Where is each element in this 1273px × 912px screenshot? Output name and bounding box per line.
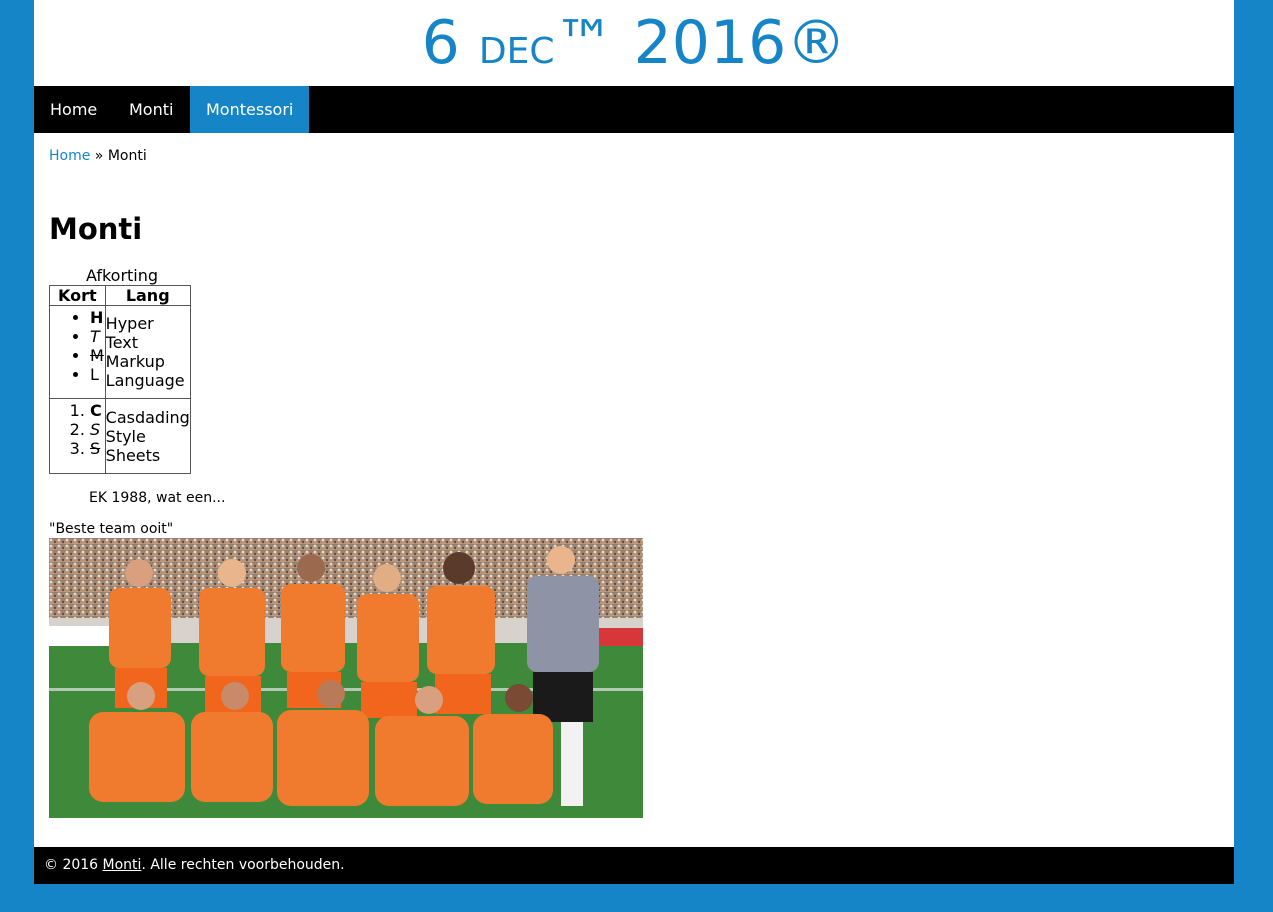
nav-item-home[interactable]: Home (34, 86, 113, 133)
intro-text: EK 1988, wat een... (89, 490, 226, 506)
breadcrumb-current: Monti (107, 148, 147, 164)
image-caption: "Beste team ooit" (49, 521, 174, 537)
table-header-row: Kort Lang (49, 285, 191, 306)
long-word: Language (105, 371, 185, 390)
site-title-small: DEC (478, 31, 555, 72)
footer-link-monti[interactable]: Monti (103, 857, 142, 873)
site-title-tail: ™ 2016® (554, 8, 847, 78)
table-header-lang: Lang (104, 285, 191, 306)
footer-rights: . Alle rechten voorbehouden. (141, 857, 345, 873)
table-header-kort: Kort (49, 285, 106, 306)
list-item: T (90, 327, 104, 346)
list-item: C (90, 401, 104, 420)
table-caption: Afkorting (85, 266, 159, 285)
table-row: C S S Casdading Style Sheets (49, 398, 191, 474)
list-item: M (90, 346, 104, 365)
long-cell: Casdading Style Sheets (104, 398, 191, 474)
nav-item-monti[interactable]: Monti (113, 86, 189, 133)
team-photo (49, 538, 643, 818)
nav-item-montessori[interactable]: Montessori (190, 86, 310, 133)
long-word: Style (105, 426, 146, 446)
footer: © 2016 Monti. Alle rechten voorbehouden. (34, 847, 1234, 884)
breadcrumb-separator: » (90, 148, 108, 164)
list-item: S (90, 439, 104, 458)
page-container: 6 DEC™ 2016® Home Monti Montessori Home … (34, 0, 1234, 884)
short-list: C S S (50, 399, 104, 473)
abbreviation-table: Kort Lang H T M L Hyper Text Markup Lang… (49, 285, 191, 474)
long-word: Casdading (105, 407, 190, 427)
table-row: H T M L Hyper Text Markup Language (49, 305, 191, 399)
page-title: Monti (49, 212, 143, 246)
long-word: Text (105, 333, 139, 352)
site-title[interactable]: 6 DEC™ 2016® (34, 0, 1234, 86)
breadcrumb: Home » Monti (49, 148, 147, 164)
abbreviation-table-wrap: Afkorting Kort Lang H T M L Hyper Text (49, 266, 195, 474)
short-list: H T M L (50, 306, 104, 398)
long-word: Markup (105, 352, 165, 371)
short-cell: H T M L (49, 305, 106, 399)
list-item: L (90, 365, 104, 384)
footer-copyright: © 2016 (44, 857, 103, 873)
list-item: H (90, 308, 104, 327)
long-word: Hyper (105, 314, 154, 333)
short-cell: C S S (49, 398, 106, 474)
long-word: Sheets (105, 445, 161, 465)
main-nav: Home Monti Montessori (34, 86, 1234, 133)
long-cell: Hyper Text Markup Language (104, 305, 191, 399)
breadcrumb-home-link[interactable]: Home (49, 148, 90, 164)
list-item: S (90, 420, 104, 439)
site-title-main: 6 (421, 8, 479, 78)
